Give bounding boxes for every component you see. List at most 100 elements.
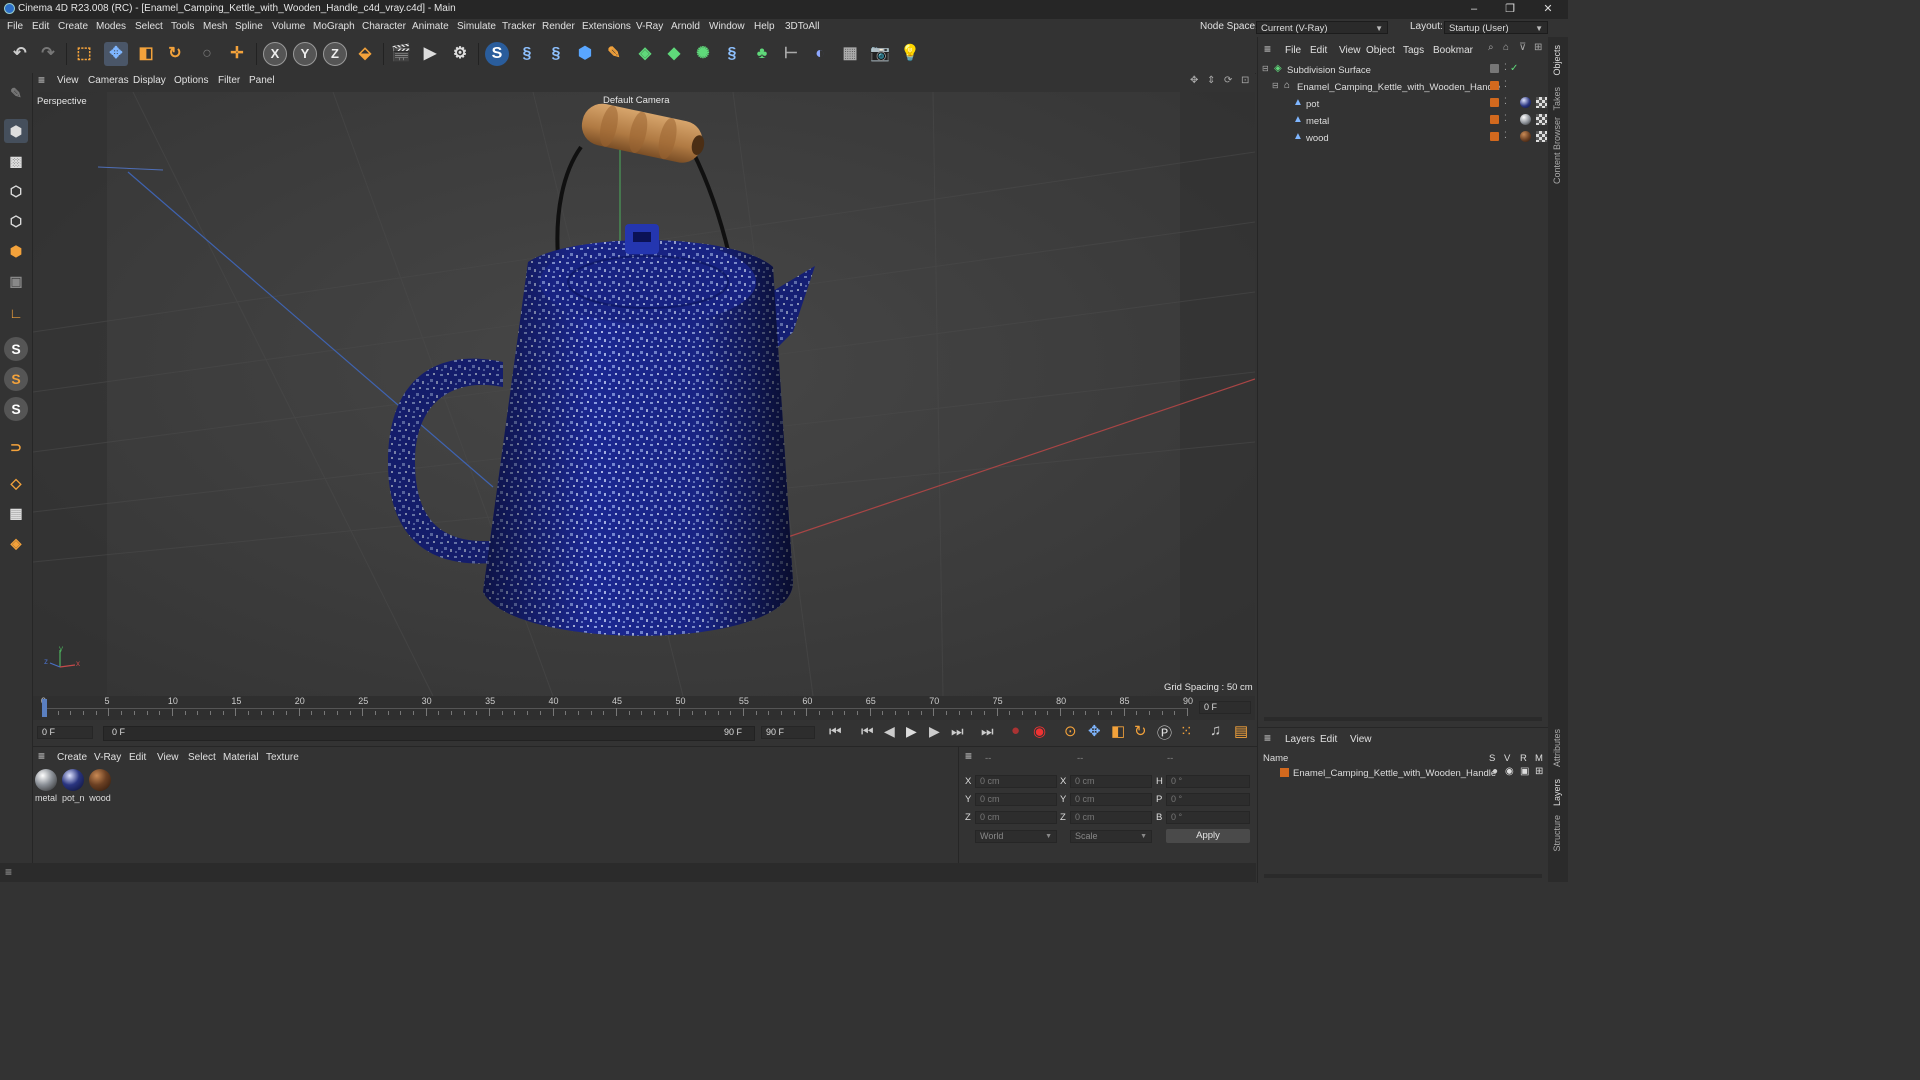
- python-script-icon[interactable]: §: [515, 42, 539, 66]
- minimize-button[interactable]: –: [1456, 1, 1492, 17]
- menu-character[interactable]: Character: [362, 21, 406, 32]
- render-column-header[interactable]: R: [1520, 753, 1527, 764]
- uvw-tag-icon[interactable]: [1536, 131, 1547, 142]
- horizontal-scrollbar[interactable]: [1264, 717, 1542, 721]
- view-column-header[interactable]: V: [1504, 753, 1510, 764]
- object-row-wood[interactable]: ▲ wood ⁚: [1258, 130, 1549, 146]
- tab-content-browser[interactable]: Content Browser: [1552, 117, 1562, 184]
- size-z-field[interactable]: 0 cm: [1070, 811, 1152, 824]
- python-script-icon[interactable]: §: [544, 42, 568, 66]
- end-frame-field[interactable]: 90 F: [761, 726, 815, 739]
- render-view-icon[interactable]: 🎬: [389, 42, 413, 66]
- scale-key-icon[interactable]: ◧: [1111, 722, 1125, 740]
- live-selection-icon[interactable]: ⬚: [72, 42, 96, 66]
- collapse-icon[interactable]: ⊟: [1262, 64, 1269, 73]
- start-frame-field[interactable]: 0 F: [37, 726, 93, 739]
- filter-icon[interactable]: ⊽: [1519, 42, 1526, 53]
- auto-key-icon[interactable]: ◉: [1033, 722, 1046, 740]
- close-button[interactable]: ✕: [1530, 1, 1566, 17]
- interpolation-icon[interactable]: ♫: [1210, 722, 1221, 739]
- hamburger-icon[interactable]: ≡: [1264, 731, 1271, 745]
- menu-modes[interactable]: Modes: [96, 21, 126, 32]
- material-swatch-pot[interactable]: pot_n: [62, 769, 85, 803]
- timeline-window-icon[interactable]: ▤: [1234, 722, 1248, 740]
- render-icon[interactable]: ▣: [1520, 766, 1529, 777]
- place-icon[interactable]: ✛: [225, 42, 249, 66]
- playhead[interactable]: [42, 699, 47, 717]
- previous-frame-icon[interactable]: ◀: [884, 723, 895, 740]
- viewport-menu-display[interactable]: Display: [133, 75, 166, 86]
- rot-b-field[interactable]: 0 °: [1166, 811, 1250, 824]
- recent-tool-icon[interactable]: ○: [195, 42, 219, 66]
- render-settings-icon[interactable]: ⚙: [448, 42, 472, 66]
- uvw-tag-icon[interactable]: [1536, 97, 1547, 108]
- eye-icon[interactable]: ◉: [1505, 766, 1514, 777]
- model-mode-icon[interactable]: ⬢: [4, 119, 28, 143]
- visibility-dots-icon[interactable]: ⁚: [1504, 96, 1507, 107]
- solo-dot-icon[interactable]: ●: [1492, 766, 1498, 777]
- layers-menu-view[interactable]: View: [1350, 734, 1372, 745]
- scale-icon[interactable]: ◧: [134, 42, 158, 66]
- layer-color-icon[interactable]: [1490, 81, 1499, 90]
- extrude-icon[interactable]: ◆: [662, 42, 686, 66]
- rotation-key-icon[interactable]: ↻: [1134, 722, 1147, 740]
- layers-menu-edit[interactable]: Edit: [1320, 734, 1337, 745]
- point-level-animation-icon[interactable]: ⁙: [1180, 722, 1193, 740]
- tab-objects[interactable]: Objects: [1552, 45, 1562, 76]
- visibility-dots-icon[interactable]: ⁚: [1504, 113, 1507, 124]
- deformer-icon[interactable]: ◐: [808, 42, 832, 66]
- scale-mode-select[interactable]: Scale ▼: [1070, 830, 1152, 843]
- menu-file[interactable]: File: [7, 21, 23, 32]
- material-swatch-metal[interactable]: metal: [35, 769, 57, 803]
- menu-tools[interactable]: Tools: [171, 21, 194, 32]
- vray-logo-icon[interactable]: S: [485, 42, 509, 66]
- viewport-menu-cameras[interactable]: Cameras: [88, 75, 129, 86]
- collapse-icon[interactable]: ⊟: [1272, 81, 1279, 90]
- viewport-menu-filter[interactable]: Filter: [218, 75, 240, 86]
- menu-animate[interactable]: Animate: [412, 21, 449, 32]
- locked-workplane-icon[interactable]: ◈: [4, 531, 28, 555]
- measure-icon[interactable]: ⊢: [779, 42, 803, 66]
- coordinate-system-icon[interactable]: ⬙: [353, 42, 377, 66]
- rot-h-field[interactable]: 0 °: [1166, 775, 1250, 788]
- y-axis-lock-button[interactable]: Y: [293, 42, 317, 66]
- tab-structure[interactable]: Structure: [1552, 815, 1562, 852]
- edges-mode-icon[interactable]: ⬡: [4, 209, 28, 233]
- menu-tracker[interactable]: Tracker: [502, 21, 536, 32]
- frame-range-slider[interactable]: 0 F 90 F: [103, 726, 755, 741]
- enabled-check-icon[interactable]: ✓: [1510, 63, 1518, 74]
- hamburger-icon[interactable]: ≡: [38, 73, 45, 87]
- menu-simulate[interactable]: Simulate: [457, 21, 496, 32]
- new-window-icon[interactable]: ⊞: [1534, 42, 1542, 53]
- coord-mode-select[interactable]: World ▼: [975, 830, 1057, 843]
- viewport-menu-options[interactable]: Options: [174, 75, 208, 86]
- layer-color-icon[interactable]: [1490, 132, 1499, 141]
- manager-column-header[interactable]: M: [1535, 753, 1543, 764]
- pen-spline-icon[interactable]: ✎: [602, 42, 626, 66]
- subdivision-icon[interactable]: ◈: [633, 42, 657, 66]
- texture-mode-icon[interactable]: ▩: [4, 149, 28, 173]
- material-tag-icon[interactable]: [1520, 131, 1531, 142]
- tab-attributes[interactable]: Attributes: [1552, 729, 1562, 767]
- timeline-ruler[interactable]: 051015202530354045505560657075808590 0 F: [33, 696, 1255, 720]
- hamburger-icon[interactable]: ≡: [1264, 42, 1271, 56]
- material-tag-icon[interactable]: [1520, 114, 1531, 125]
- current-frame-field[interactable]: 0 F: [1199, 701, 1251, 714]
- material-tag-icon[interactable]: [1520, 97, 1531, 108]
- snap-settings-icon[interactable]: S: [4, 367, 28, 391]
- maximize-view-icon[interactable]: ⊡: [1241, 75, 1249, 86]
- rotate-view-icon[interactable]: ⟳: [1224, 75, 1232, 86]
- layer-color-swatch[interactable]: [1280, 768, 1289, 777]
- rotate-icon[interactable]: ↻: [163, 42, 187, 66]
- material-menu-material[interactable]: Material: [223, 752, 259, 763]
- camera-icon[interactable]: 📷: [868, 42, 892, 66]
- maximize-button[interactable]: ❐: [1492, 1, 1528, 17]
- undo-icon[interactable]: ↶: [8, 42, 32, 66]
- material-menu-create[interactable]: Create: [57, 752, 87, 763]
- solo-column-header[interactable]: S: [1489, 753, 1495, 764]
- menu-arnold[interactable]: Arnold: [671, 21, 700, 32]
- size-y-field[interactable]: 0 cm: [1070, 793, 1152, 806]
- object-row-pot[interactable]: ▲ pot ⁚: [1258, 96, 1549, 112]
- hamburger-icon[interactable]: ≡: [5, 865, 12, 879]
- hamburger-icon[interactable]: ≡: [38, 749, 45, 763]
